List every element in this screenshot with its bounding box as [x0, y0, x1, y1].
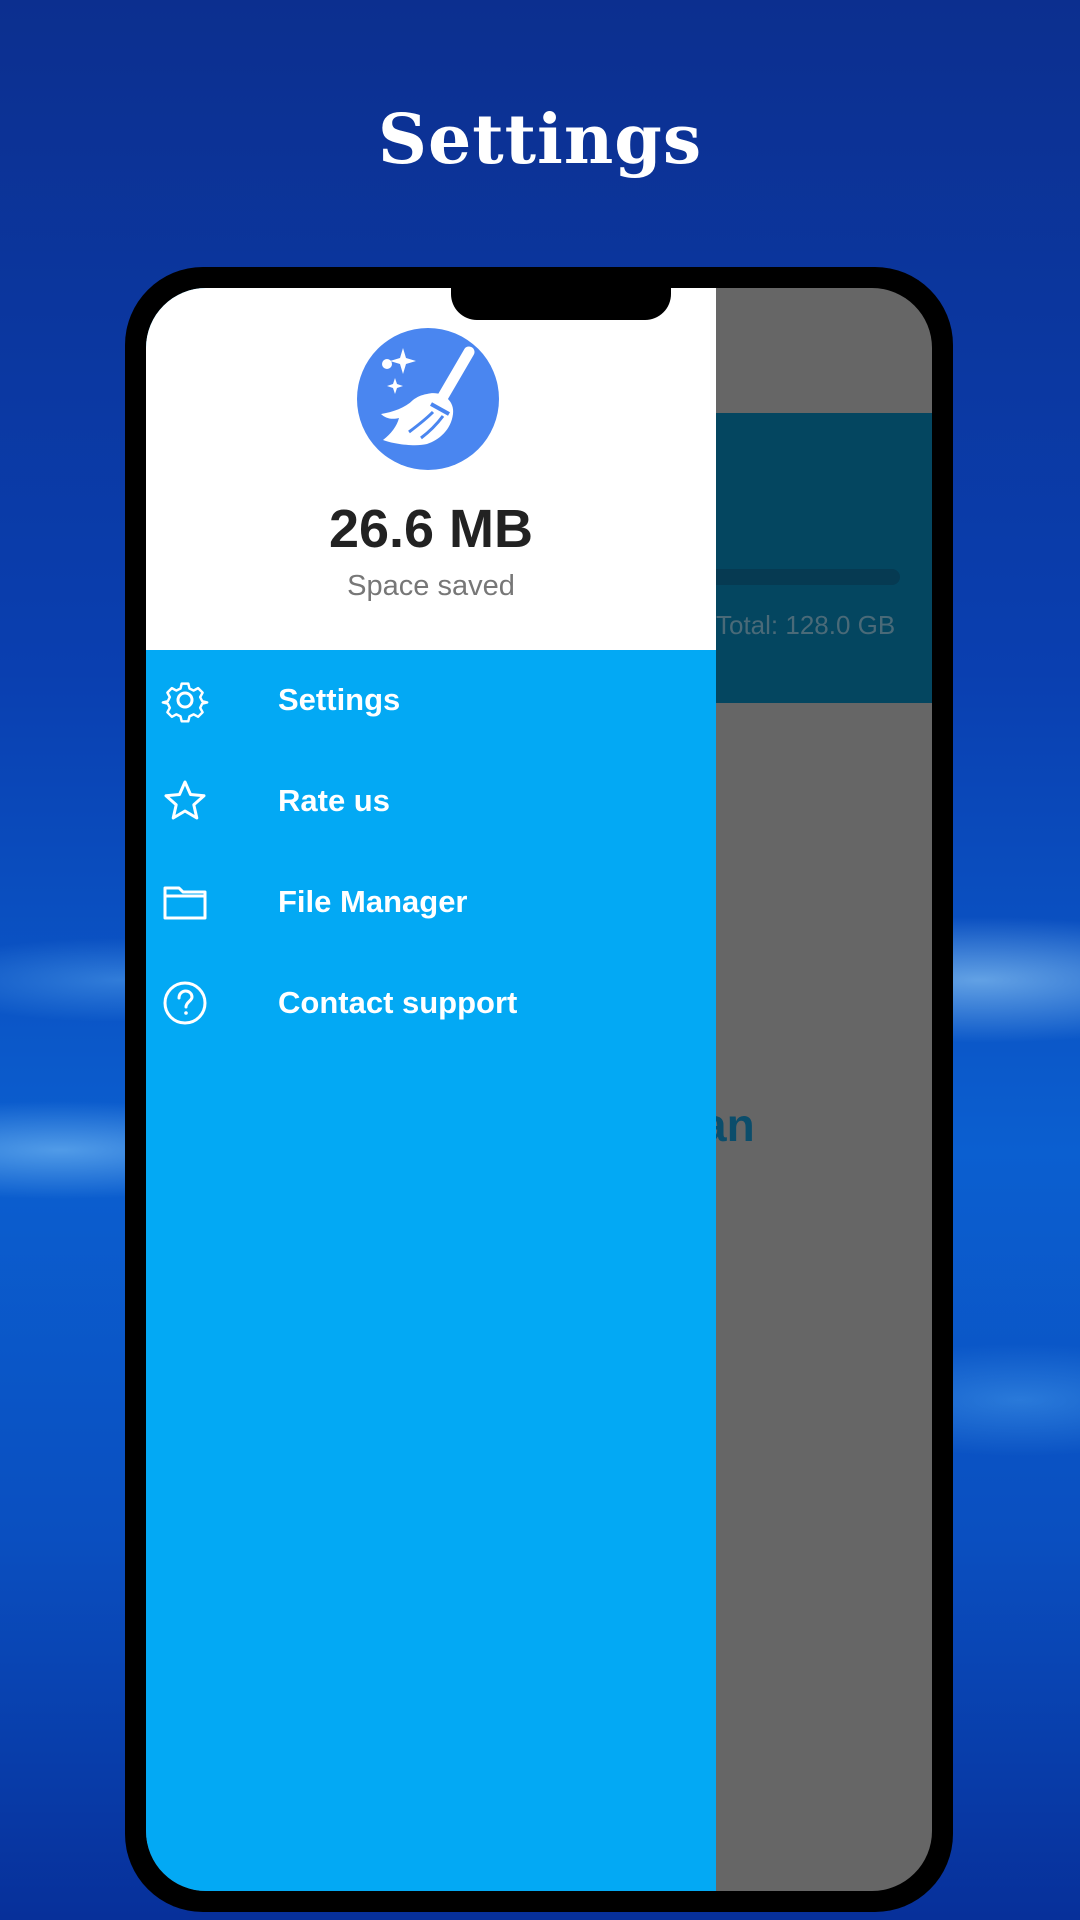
- star-icon: [160, 776, 210, 826]
- phone-notch: [451, 288, 671, 320]
- phone-screen: Total: 128.0 GB an 26.6 MB Space saved S…: [146, 288, 932, 1891]
- menu-item-contact-support[interactable]: Contact support: [146, 953, 716, 1053]
- menu-item-label: Rate us: [278, 783, 390, 818]
- phone-frame: Total: 128.0 GB an 26.6 MB Space saved S…: [125, 267, 953, 1912]
- broom-cleaner-icon: [357, 328, 499, 470]
- promo-headline: Settings: [377, 100, 703, 180]
- gear-icon: [160, 675, 210, 725]
- navigation-drawer: 26.6 MB Space saved Settings Rate us Fil…: [146, 288, 716, 1891]
- menu-item-rate-us[interactable]: Rate us: [146, 751, 716, 851]
- space-saved-label: Space saved: [347, 570, 515, 602]
- folder-icon: [160, 877, 210, 927]
- space-saved-value: 26.6 MB: [328, 499, 534, 559]
- drawer-header: 26.6 MB Space saved: [146, 288, 716, 650]
- menu-item-settings[interactable]: Settings: [146, 650, 716, 750]
- storage-total-text: Total: 128.0 GB: [716, 610, 896, 640]
- menu-item-file-manager[interactable]: File Manager: [146, 852, 716, 952]
- storage-progress-bar: [706, 569, 900, 585]
- menu-item-label: Contact support: [278, 985, 518, 1020]
- menu-item-label: Settings: [278, 682, 401, 717]
- help-circle-icon: [160, 978, 210, 1028]
- menu-item-label: File Manager: [278, 884, 468, 919]
